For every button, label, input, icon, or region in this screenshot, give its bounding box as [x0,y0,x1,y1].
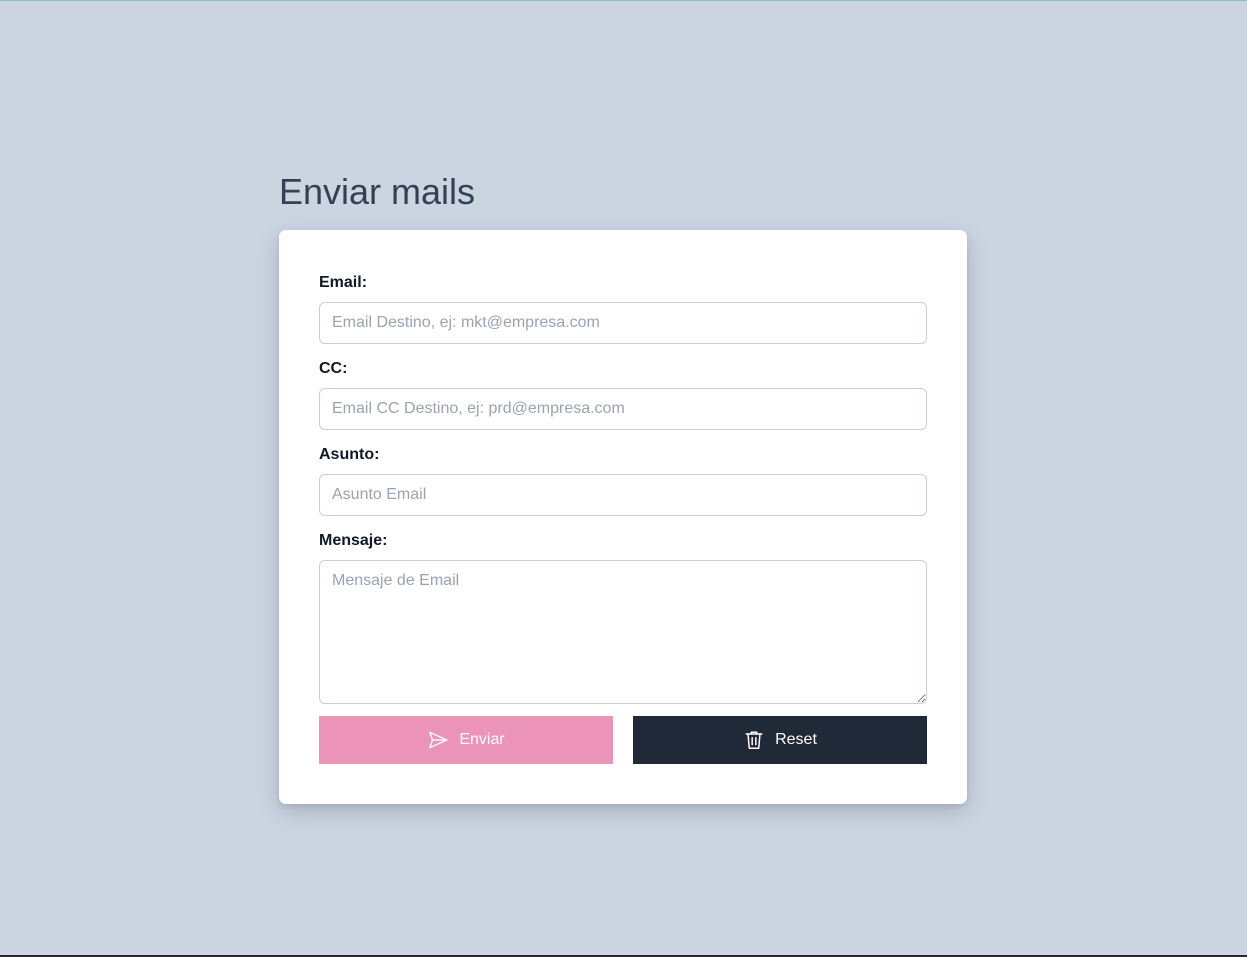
reset-button-label: Reset [775,731,817,748]
page-title: Enviar mails [279,171,476,212]
send-icon [427,729,449,751]
subject-input[interactable] [319,474,927,516]
email-form-card: Email: CC: Asunto: Mensaje: Enviar Reset [279,230,967,804]
subject-label: Asunto: [319,446,380,463]
message-textarea[interactable] [319,560,927,704]
cc-label: CC: [319,360,348,377]
send-button[interactable]: Enviar [319,716,613,764]
email-label: Email: [319,274,368,291]
email-input[interactable] [319,302,927,344]
trash-icon [743,729,765,751]
send-button-label: Enviar [459,731,505,748]
window-top-border [0,0,1247,1]
cc-input[interactable] [319,388,927,430]
message-label: Mensaje: [319,532,388,549]
reset-button[interactable]: Reset [633,716,927,764]
